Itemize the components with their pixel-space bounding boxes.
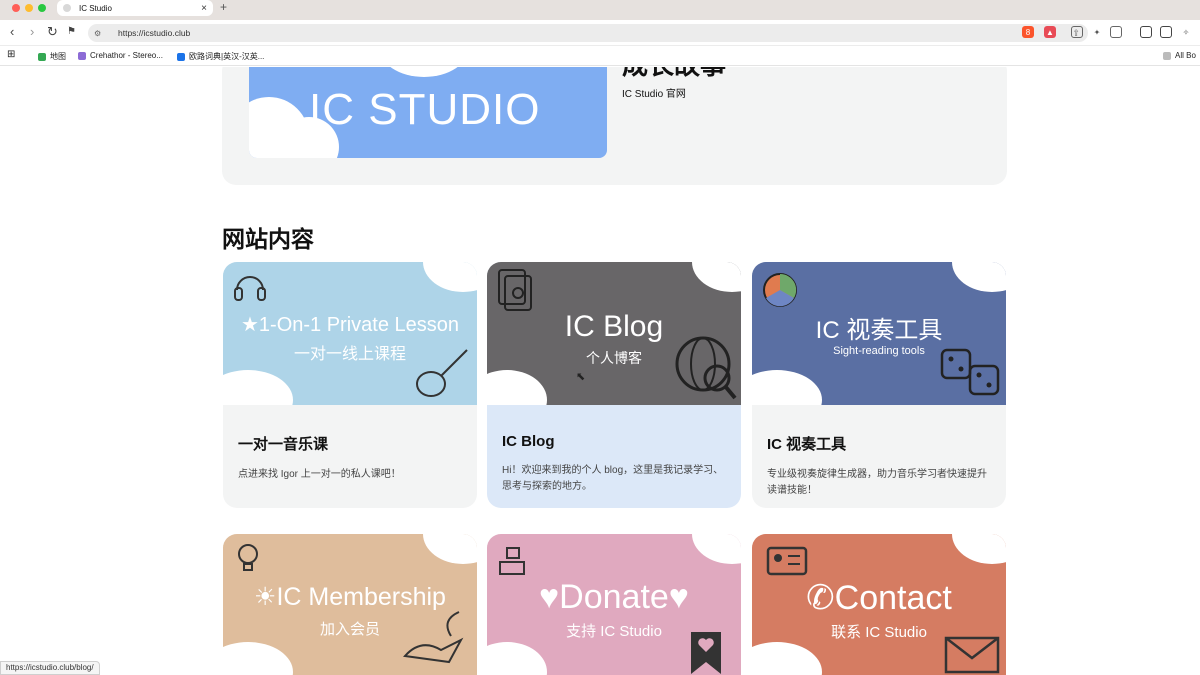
card-image: ✆Contact 联系 IC Studio [752, 534, 1006, 675]
card-donate[interactable]: ♥Donate♥ 支持 IC Studio [487, 534, 741, 675]
card-description: 点进来找 Igor 上一对一的私人课吧！ [238, 469, 401, 480]
card-title: IC 视奏工具 [767, 436, 847, 453]
new-tab-button[interactable]: + [220, 0, 227, 14]
bookmark-maps[interactable]: 地图 [38, 51, 66, 62]
card-image: ☀IC Membership 加入会员 [223, 534, 477, 675]
hero-section: IC STUDIO 成长故事 IC Studio 官网 [222, 67, 1007, 185]
card-image: ★1-On-1 Private Lesson 一对一线上课程 [223, 262, 477, 405]
card-image-title: ♥Donate♥ [538, 578, 689, 616]
bookmark-crehathor[interactable]: Crehathor - Stereo... [78, 51, 163, 60]
card-body: 一对一音乐课 点进来找 Igor 上一对一的私人课吧！ [223, 405, 477, 508]
card-image-title: ✆Contact [806, 579, 952, 617]
headphones-icon [234, 276, 266, 301]
bookmark-label: Crehathor - Stereo... [90, 51, 163, 60]
tab-ic-studio[interactable]: IC Studio × [57, 0, 213, 16]
eudic-icon [177, 52, 185, 61]
apps-grid-icon[interactable]: ⊞ [7, 49, 15, 60]
cloud-shape [952, 534, 1006, 564]
card-image: IC Blog 个人博客 [487, 262, 741, 405]
card-title: 一对一音乐课 [238, 436, 329, 453]
bookmark-label: 地图 [50, 52, 66, 61]
screenshot-icon[interactable] [1110, 26, 1122, 38]
cloud-shape [952, 262, 1006, 292]
card-description: 专业级视奏旋律生成器，助力音乐学习者快速提升读谱技能！ [767, 469, 987, 496]
address-bar[interactable]: ⚙ https://icstudio.club ⇪ [88, 24, 1088, 42]
tab-bar: IC Studio × + [0, 0, 1200, 20]
lightbulb-icon [238, 544, 258, 571]
extensions-icon[interactable]: ✦ [1091, 26, 1103, 38]
brave-badge: 8 [1025, 27, 1031, 37]
bookmark-icon[interactable]: ⚑ [67, 24, 76, 40]
all-bookmarks-label: All Bo [1175, 51, 1196, 60]
browser-toolbar: ‹ › ↻ ⚑ ⚙ https://icstudio.club ⇪ 8 ▲ ✦ … [0, 20, 1200, 46]
url-text[interactable]: https://icstudio.club [118, 28, 1072, 38]
globe-search-icon [675, 336, 737, 400]
hero-logo-text: IC STUDIO [309, 85, 541, 134]
page-content: IC STUDIO 成长故事 IC Studio 官网 网站内容 ★1-On-1… [0, 67, 1200, 675]
tab-title: IC Studio [79, 3, 112, 13]
card-description: Hi！欢迎来到我的个人 blog，这里是我记录学习、思考与探索的地方。 [502, 465, 724, 492]
card-body: IC 视奏工具 专业级视奏旋律生成器，助力音乐学习者快速提升读谱技能！ [752, 405, 1006, 508]
card-image: ♥Donate♥ 支持 IC Studio [487, 534, 741, 675]
color-wheel-icon [763, 273, 797, 307]
card-ic-blog[interactable]: IC Blog 个人博客 IC Blog Hi！欢迎来到我的个人 blog，这里… [487, 262, 741, 508]
bookmark-heart-icon [691, 632, 721, 674]
section-title: 网站内容 [222, 226, 314, 252]
cloud-shape [487, 642, 547, 675]
bookmarks-bar: ⊞ 地图 Crehathor - Stereo... 欧路词典|英汉-汉英...… [0, 46, 1200, 66]
mouse-cursor-icon: ⬉ [576, 371, 586, 383]
cloud-shape [423, 534, 477, 564]
site-settings-icon[interactable]: ⚙ [94, 29, 108, 38]
crehathor-icon [78, 51, 86, 60]
bookmark-label: 欧路词典|英汉-汉英... [189, 52, 265, 61]
card-image-title: ★1-On-1 Private Lesson [240, 314, 460, 336]
status-bar-url: https://icstudio.club/blog/ [0, 661, 100, 675]
cloud-shape [223, 642, 293, 675]
card-membership[interactable]: ☀IC Membership 加入会员 [223, 534, 477, 675]
leo-ai-icon[interactable]: ✧ [1180, 26, 1192, 38]
favicon-icon [63, 4, 71, 12]
wallet-icon[interactable] [1160, 26, 1172, 38]
dice-icon [940, 348, 1000, 396]
cloud-shape [487, 370, 547, 405]
maps-icon [38, 52, 46, 61]
minimize-window-button[interactable] [25, 4, 33, 12]
cloud-shape [423, 262, 477, 292]
hero-image[interactable]: IC STUDIO [249, 67, 607, 158]
cloud-shape [692, 534, 741, 564]
cloud-shape [223, 370, 293, 405]
card-image: IC 视奏工具 Sight-reading tools [752, 262, 1006, 405]
guitar-icon [416, 349, 468, 397]
hero-subtitle: IC Studio 官网 [622, 89, 686, 100]
folder-icon [1163, 51, 1171, 60]
cloud-shape [692, 262, 741, 292]
moon-shape [379, 67, 469, 77]
cloud-shape [752, 370, 822, 405]
card-title: IC Blog [502, 433, 555, 450]
forward-button[interactable]: › [30, 24, 34, 40]
card-body: IC Blog Hi！欢迎来到我的个人 blog，这里是我记录学习、思考与探索的… [487, 405, 741, 508]
brave-shields-icon[interactable]: 8 [1022, 26, 1034, 38]
bookmark-eudic[interactable]: 欧路词典|英汉-汉英... [177, 51, 264, 62]
card-music-lesson[interactable]: ★1-On-1 Private Lesson 一对一线上课程 一对一音乐课 点进… [223, 262, 477, 508]
cloud-shape [752, 642, 822, 675]
maximize-window-button[interactable] [38, 4, 46, 12]
documents-gear-icon [498, 269, 532, 311]
back-button[interactable]: ‹ [10, 24, 14, 40]
envelope-icon [944, 636, 1000, 674]
card-image-title: IC 视奏工具 [815, 317, 943, 344]
all-bookmarks[interactable]: All Bo [1163, 51, 1196, 60]
sidebar-icon[interactable] [1140, 26, 1152, 38]
tab-close-icon[interactable]: × [201, 3, 207, 14]
magic-lamp-icon [403, 611, 464, 664]
brave-rewards-icon[interactable]: ▲ [1044, 26, 1056, 38]
donation-box-icon [499, 547, 525, 575]
hero-title: 成长故事 [622, 67, 726, 82]
card-contact[interactable]: ✆Contact 联系 IC Studio [752, 534, 1006, 675]
reader-mode-icon[interactable] [1071, 26, 1083, 38]
close-window-button[interactable] [12, 4, 20, 12]
contact-card-icon [766, 546, 808, 576]
reload-button[interactable]: ↻ [47, 24, 58, 40]
card-sight-reading[interactable]: IC 视奏工具 Sight-reading tools IC 视奏工具 专业级视… [752, 262, 1006, 508]
